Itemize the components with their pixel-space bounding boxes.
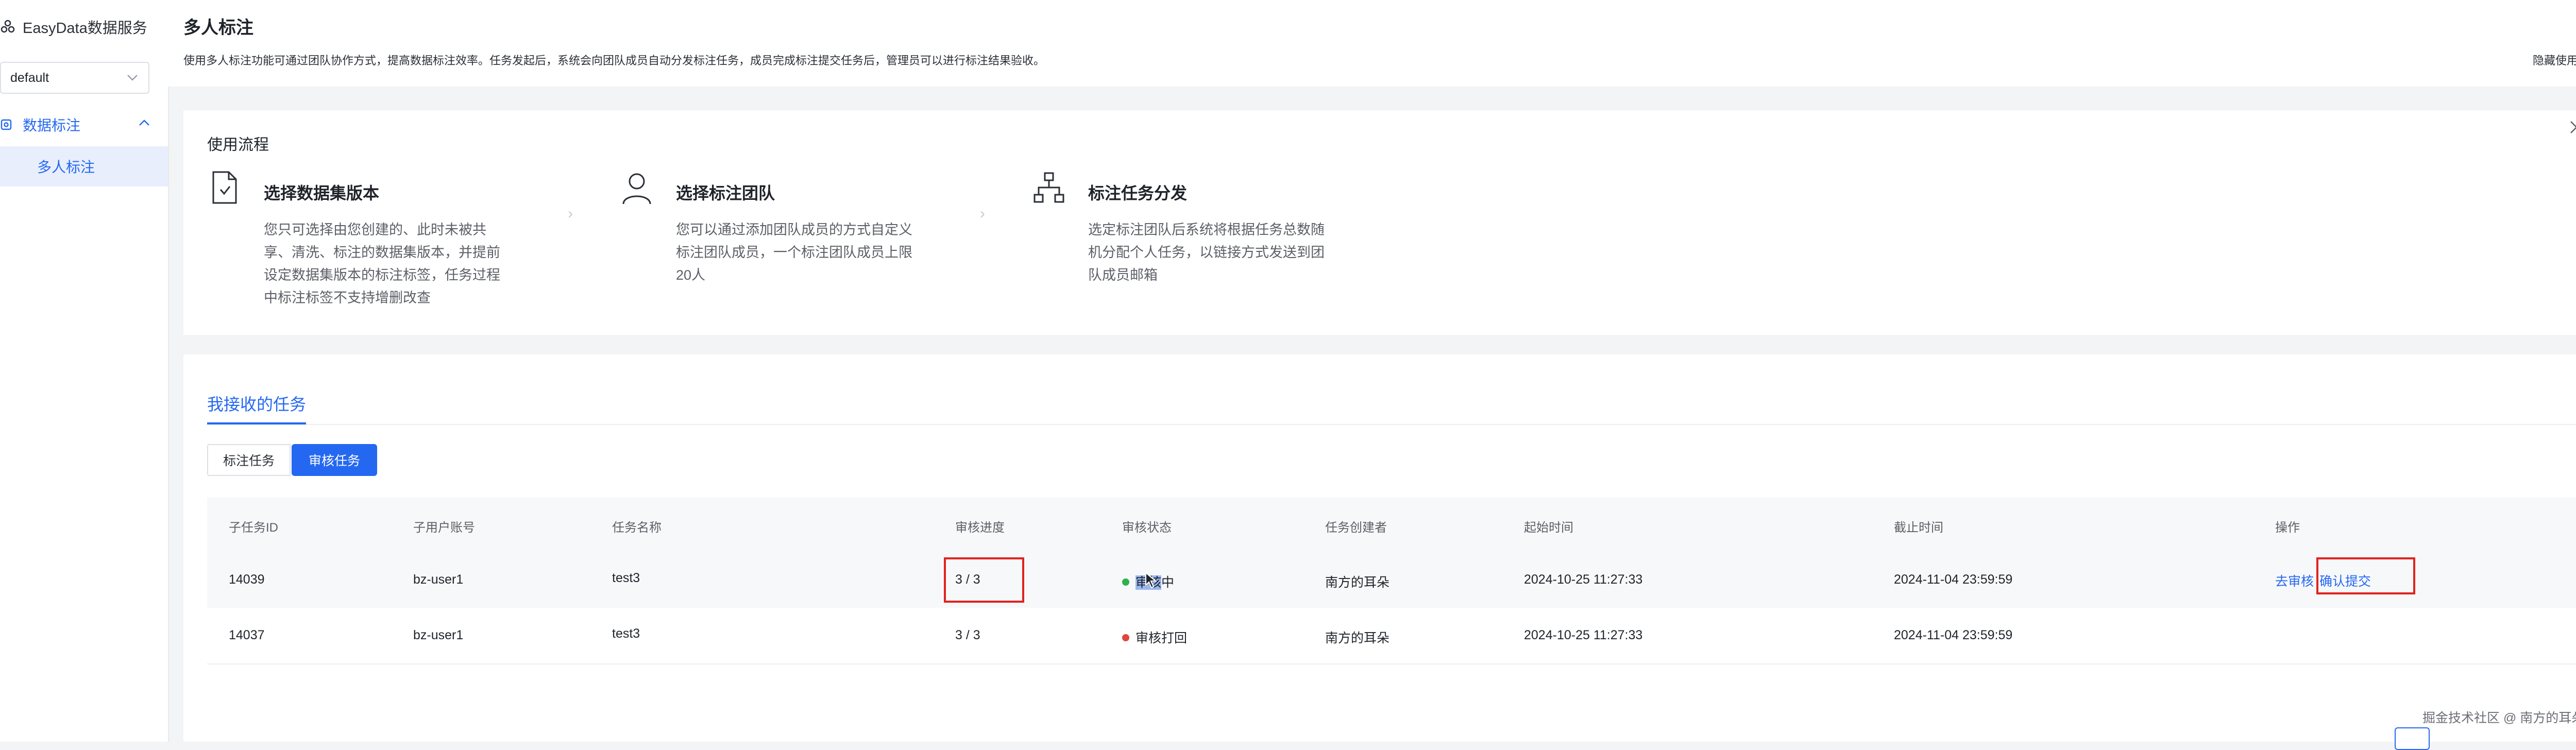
step-title: 选择标注团队 xyxy=(676,184,775,202)
go-review-link[interactable]: 去审核 xyxy=(2275,571,2314,590)
step-arrow-icon: › xyxy=(980,205,985,222)
usage-guide-card xyxy=(183,110,2576,335)
status-text: 中 xyxy=(1161,575,1175,590)
cell-review-status: 审核打回 xyxy=(1122,628,1187,646)
table-row xyxy=(207,608,2576,664)
page-description: 使用多人标注功能可通过团队协作方式，提高数据标注效率。任务发起后，系统会向团队成… xyxy=(183,54,1045,67)
column-header: 子任务ID xyxy=(229,521,278,535)
column-header: 审核状态 xyxy=(1122,521,1172,535)
file-check-icon xyxy=(212,171,237,204)
cell-user-account: bz-user1 xyxy=(413,628,464,642)
cell-task-name: test3 xyxy=(612,571,640,585)
column-header: 子用户账号 xyxy=(413,521,475,535)
page-header xyxy=(168,0,2576,87)
chevron-down-icon xyxy=(127,75,138,81)
sidebar-group-data-annotation[interactable]: 数据标注 xyxy=(0,110,168,139)
cell-start-time: 2024-10-25 11:27:33 xyxy=(1524,628,1643,642)
user-icon xyxy=(622,173,651,204)
step-description: 您可以通过添加团队成员的方式自定义 标注团队成员，一个标注团队成员上限 20人 xyxy=(676,222,912,283)
annotation-task-button[interactable]: 标注任务 xyxy=(207,444,291,476)
app-name: EasyData数据服务 xyxy=(23,20,147,37)
column-header: 任务名称 xyxy=(612,521,662,535)
status-dot-icon xyxy=(1122,634,1129,642)
step-description: 您只可选择由您创建的、此时未被共 享、清洗、标注的数据集版本，并提前 设定数据集… xyxy=(264,222,500,305)
cell-creator: 南方的耳朵 xyxy=(1325,575,1390,590)
step-title: 标注任务分发 xyxy=(1088,184,1188,202)
chevron-up-icon xyxy=(139,120,149,126)
guide-title: 使用流程 xyxy=(207,137,269,154)
cell-task-name: test3 xyxy=(612,626,640,641)
cell-creator: 南方的耳朵 xyxy=(1325,631,1390,645)
tab-received-tasks[interactable]: 我接收的任务 xyxy=(207,391,306,415)
org-chart-icon xyxy=(1033,172,1064,203)
close-icon[interactable] xyxy=(2568,118,2576,136)
cell-review-progress: 3 / 3 xyxy=(955,628,980,642)
column-header: 审核进度 xyxy=(955,521,1005,535)
table-header xyxy=(207,498,2576,552)
page-title: 多人标注 xyxy=(183,18,253,38)
sidebar-group-label: 数据标注 xyxy=(23,117,81,133)
cell-task-id: 14039 xyxy=(229,572,265,587)
tab-active-indicator xyxy=(207,422,306,424)
tab-bar-divider xyxy=(207,424,2576,425)
cell-task-id: 14037 xyxy=(229,628,265,642)
column-header: 操作 xyxy=(2275,521,2300,535)
cell-end-time: 2024-11-04 23:59:59 xyxy=(1894,572,2013,587)
column-header: 任务创建者 xyxy=(1325,521,1387,535)
sidebar-item-label: 多人标注 xyxy=(37,159,95,175)
watermark: 掘金技术社区 @ 南方的耳朵 xyxy=(2422,711,2576,725)
easydata-logo-icon xyxy=(1,20,15,33)
cell-end-time: 2024-11-04 23:59:59 xyxy=(1894,628,2013,642)
status-dot-icon xyxy=(1122,578,1129,586)
column-header: 截止时间 xyxy=(1894,521,1943,535)
column-header: 起始时间 xyxy=(1524,521,1573,535)
workspace-select[interactable]: default xyxy=(0,62,149,94)
step-title: 选择数据集版本 xyxy=(264,184,380,202)
step-description: 选定标注团队后系统将根据任务总数随 机分配个人任务，以链接方式发送到团 队成员邮… xyxy=(1088,222,1325,283)
cell-start-time: 2024-10-25 11:27:33 xyxy=(1524,572,1643,587)
workspace-value: default xyxy=(10,70,49,85)
cell-user-account: bz-user1 xyxy=(413,572,464,587)
brand: EasyData数据服务 xyxy=(0,14,147,39)
status-text: 审核打回 xyxy=(1136,631,1188,645)
sidebar-item-multi-annotation[interactable]: 多人标注 xyxy=(0,146,168,186)
pagination-button[interactable] xyxy=(2395,727,2430,750)
step-arrow-icon: › xyxy=(568,205,573,222)
review-task-button[interactable]: 审核任务 xyxy=(292,444,377,476)
mouse-cursor-icon xyxy=(1145,572,1157,589)
hide-guide-link[interactable]: 隐藏使用流程 xyxy=(2533,52,2576,68)
table-row xyxy=(207,552,2576,609)
highlight-box-progress xyxy=(944,557,1024,603)
highlight-box-confirm xyxy=(2316,557,2415,594)
annotation-icon xyxy=(1,119,12,130)
